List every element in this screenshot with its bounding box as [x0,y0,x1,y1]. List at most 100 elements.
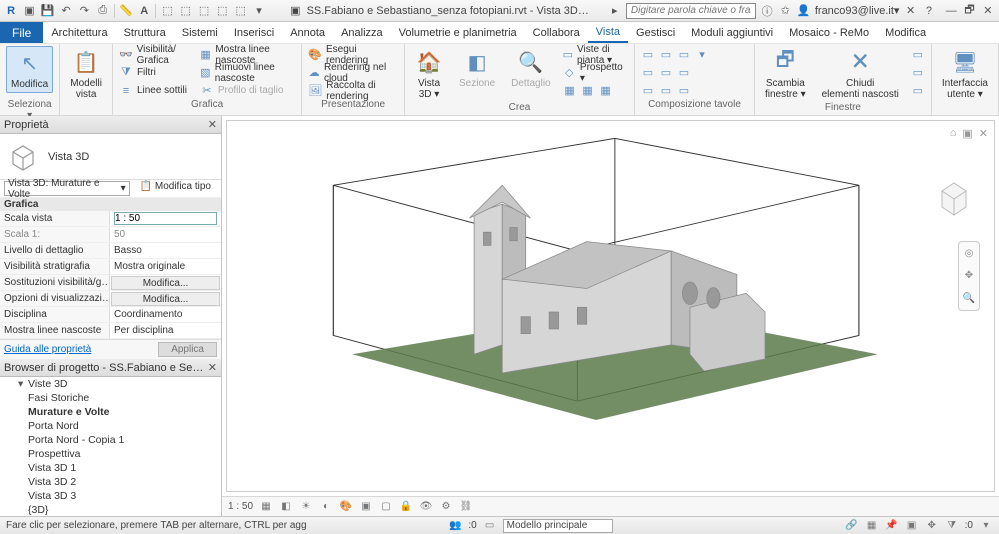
tab-struttura[interactable]: Struttura [116,22,174,43]
qat-dropdown-icon[interactable]: ▾ [252,3,266,19]
ui-button[interactable]: 🖥Interfaccia utente ▾ [938,46,992,102]
plan-views-button[interactable]: ▭Viste di pianta ▾ [563,46,628,63]
browser-node[interactable]: Prospettiva [0,447,221,461]
save-icon[interactable]: 💾 [41,3,55,19]
help-link[interactable]: Guida alle proprietà [4,344,91,355]
render-icon[interactable]: 🎨 [339,500,353,514]
browser-node[interactable]: Vista 3D 3 [0,489,221,503]
elevation-button[interactable]: ◇Prospetto ▾ [563,64,628,81]
hide-icon[interactable]: 👁 [419,500,433,514]
workset-icon[interactable]: 👥 [448,519,462,533]
filters-button[interactable]: ⧩Filtri [119,64,192,81]
tab-architettura[interactable]: Architettura [43,22,115,43]
edit-type-button[interactable]: 📋 Modifica tipo [134,181,217,196]
text-tool-icon[interactable]: A [137,3,151,19]
remove-hidden-button[interactable]: ▧Rimuovi linee nascoste [200,64,295,81]
browser-node[interactable]: Vista 3D 2 [0,475,221,489]
view-selector[interactable]: Vista 3D: Murature e Volte▾ [4,181,130,196]
select-underlay-icon[interactable]: ▦ [865,519,879,533]
apply-button[interactable]: Applica [158,342,217,357]
tab-moduli[interactable]: Moduli aggiuntivi [683,22,781,43]
visibility-graphics-button[interactable]: 👓Visibilità/ Grafica [119,46,192,63]
redo-icon[interactable]: ↷ [77,3,91,19]
thin-lines-button[interactable]: ≡Linee sottili [119,82,192,99]
tab-collabora[interactable]: Collabora [525,22,588,43]
prop-value[interactable]: Per disciplina [110,323,221,338]
select-face-icon[interactable]: ▣ [905,519,919,533]
zoom-icon[interactable]: 🔍 [963,293,975,304]
browser-node[interactable]: ▾Viste 3D [0,377,221,391]
qat-icon[interactable]: ⬚ [179,3,193,19]
tab-annota[interactable]: Annota [282,22,333,43]
star-icon[interactable]: ✩ [778,3,792,19]
drag-icon[interactable]: ✥ [925,519,939,533]
render-button[interactable]: 🎨Esegui rendering [308,46,398,63]
tab-vista[interactable]: Vista [588,22,628,43]
browser-node[interactable]: Fasi Storiche [0,391,221,405]
exchange-icon[interactable]: ✕ [903,3,917,19]
prop-value[interactable] [110,211,221,226]
project-browser[interactable]: ▾Viste 3D Fasi Storiche Murature e Volte… [0,377,221,516]
crop-region-icon[interactable]: ▢ [379,500,393,514]
help-icon[interactable]: ? [922,3,936,19]
open-icon[interactable]: ▣ [22,3,36,19]
lock-icon[interactable]: 🔒 [399,500,413,514]
main-model-selector[interactable]: Modello principale [503,519,613,533]
reveal-icon[interactable]: ⚙ [439,500,453,514]
sunpath-icon[interactable]: ☀ [299,500,313,514]
close-icon[interactable]: ✕ [208,118,217,131]
pan-icon[interactable]: ✥ [965,270,973,281]
tab-gestisci[interactable]: Gestisci [628,22,683,43]
section-button[interactable]: ◧Sezione [455,46,499,91]
win-btn[interactable]: ▭ [911,46,925,63]
visual-style-icon[interactable]: ◧ [279,500,293,514]
prop-value[interactable]: Coordinamento [110,307,221,322]
qat-icon[interactable]: ⬚ [160,3,174,19]
tab-sistemi[interactable]: Sistemi [174,22,226,43]
close-view-icon[interactable]: ✕ [979,127,988,140]
prop-value[interactable]: Basso [110,243,221,258]
qat-icon[interactable]: ⬚ [197,3,211,19]
qat-icon[interactable]: ⬚ [215,3,229,19]
tab-inserisci[interactable]: Inserisci [226,22,282,43]
measure-icon[interactable]: 📏 [119,3,133,19]
constraints-icon[interactable]: ⛓ [459,500,473,514]
swap-windows-button[interactable]: 🗗Scambia finestre ▾ [761,46,810,102]
prop-value[interactable]: Mostra originale [110,259,221,274]
misc-icons[interactable]: ▦▦▦ [563,82,628,99]
win-btn[interactable]: ▭ [911,64,925,81]
editrequest-icon[interactable]: ▭ [483,519,497,533]
help-search-input[interactable] [626,3,756,19]
browser-node-active[interactable]: Murature e Volte [0,405,221,419]
sheet-btn[interactable]: ▭▭▭ [641,64,709,81]
tab-modifica[interactable]: Modifica [877,22,934,43]
home-icon[interactable]: ⌂ [950,127,957,140]
minimize-icon[interactable]: — [944,3,958,19]
detail-level-icon[interactable]: ▦ [259,500,273,514]
tab-mosaico[interactable]: Mosaico - ReMo [781,22,877,43]
render-gallery-button[interactable]: 🖼Raccolta di rendering [308,82,398,99]
scale-label[interactable]: 1 : 50 [228,501,253,512]
tab-analizza[interactable]: Analizza [333,22,391,43]
close-icon[interactable]: ✕ [208,361,217,374]
viewcube[interactable] [930,173,978,221]
close-icon[interactable]: ✕ [981,3,995,19]
browser-node[interactable]: {3D} [0,503,221,516]
prop-edit-button[interactable]: Modifica... [111,292,220,306]
modify-button[interactable]: ↖ Modifica [6,46,53,93]
nav-bar[interactable]: ◎ ✥ 🔍 [958,241,980,311]
viewtools-icon[interactable]: ▣ [962,127,972,140]
select-links-icon[interactable]: 🔗 [845,519,859,533]
wheel-icon[interactable]: ◎ [965,248,974,259]
win-btn[interactable]: ▭ [911,82,925,99]
print-icon[interactable]: ⎙ [96,3,110,19]
sheet-btn[interactable]: ▭▭▭▾ [641,46,709,63]
browser-node[interactable]: Vista 3D 1 [0,461,221,475]
close-hidden-button[interactable]: 🗙Chiudi elementi nascosti [818,46,903,102]
cut-profile-button[interactable]: ✂Profilo di taglio [200,82,295,99]
signin-icon[interactable]: 👤 [797,3,811,19]
cloud-render-button[interactable]: ☁Rendering nel cloud [308,64,398,81]
browser-node[interactable]: Porta Nord [0,419,221,433]
view3d-button[interactable]: 🏠Vista 3D ▾ [411,46,447,102]
user-menu[interactable]: franco93@live.it▾ [815,4,900,17]
